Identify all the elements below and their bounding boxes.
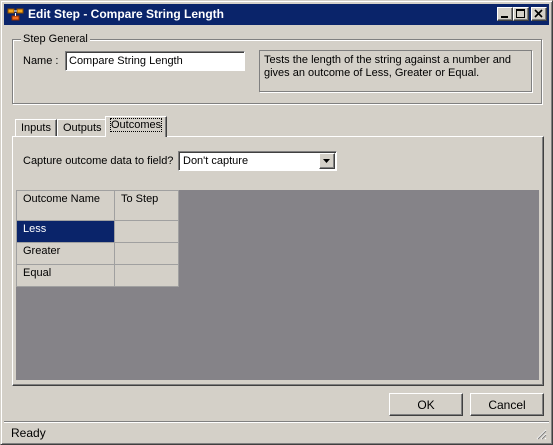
capture-outcome-label: Capture outcome data to field?: [23, 155, 174, 167]
outcomes-table: Outcome Name To Step Less Greater Equal: [16, 190, 179, 287]
tab-inputs[interactable]: Inputs: [15, 119, 57, 137]
status-text: Ready: [11, 426, 46, 440]
ok-button[interactable]: OK: [389, 393, 463, 416]
maximize-icon: [516, 9, 525, 18]
column-header-to-step[interactable]: To Step: [114, 190, 179, 221]
close-icon: [534, 9, 543, 18]
tab-outputs[interactable]: Outputs: [57, 119, 108, 137]
name-field[interactable]: Compare String Length: [65, 51, 245, 71]
tab-outputs-label: Outputs: [63, 122, 102, 134]
capture-field-dropdown-button[interactable]: [319, 153, 335, 169]
table-row[interactable]: Less: [16, 220, 179, 243]
minimize-button[interactable]: [497, 7, 513, 21]
table-header-row: Outcome Name To Step: [16, 190, 179, 221]
outcome-name-cell[interactable]: Equal: [16, 264, 115, 287]
window-title: Edit Step - Compare String Length: [28, 7, 225, 21]
to-step-cell[interactable]: [114, 220, 179, 243]
chevron-down-icon: [323, 159, 330, 163]
tab-outcomes[interactable]: Outcomes: [105, 116, 168, 137]
tab-inputs-label: Inputs: [21, 122, 51, 134]
outcome-name-cell[interactable]: Less: [16, 220, 115, 243]
capture-field-value: Don't capture: [183, 155, 249, 167]
table-row[interactable]: Greater: [16, 242, 179, 265]
close-button[interactable]: [531, 7, 547, 21]
status-bar: Ready: [4, 421, 549, 442]
outcomes-panel: Capture outcome data to field? Don't cap…: [12, 136, 544, 386]
column-header-outcome-name[interactable]: Outcome Name: [16, 190, 115, 221]
tab-outcomes-label: Outcomes: [109, 118, 163, 132]
edit-step-window: Edit Step - Compare String Length Step G…: [0, 0, 553, 445]
maximize-button[interactable]: [513, 7, 529, 21]
table-row[interactable]: Equal: [16, 264, 179, 287]
cancel-button[interactable]: Cancel: [470, 393, 544, 416]
to-step-cell[interactable]: [114, 242, 179, 265]
outcomes-grid[interactable]: Outcome Name To Step Less Greater Equal: [16, 190, 539, 380]
step-description: Tests the length of the string against a…: [259, 50, 532, 92]
step-general-group: Step General Name : Compare String Lengt…: [12, 33, 542, 104]
resize-grip-icon[interactable]: [535, 428, 547, 440]
app-icon: [7, 8, 24, 21]
minimize-icon: [501, 16, 508, 18]
name-label: Name :: [23, 55, 59, 67]
to-step-cell[interactable]: [114, 264, 179, 287]
title-bar[interactable]: Edit Step - Compare String Length: [4, 4, 549, 25]
outcome-name-cell[interactable]: Greater: [16, 242, 115, 265]
step-general-legend: Step General: [21, 33, 90, 45]
capture-field-select[interactable]: Don't capture: [178, 151, 337, 171]
